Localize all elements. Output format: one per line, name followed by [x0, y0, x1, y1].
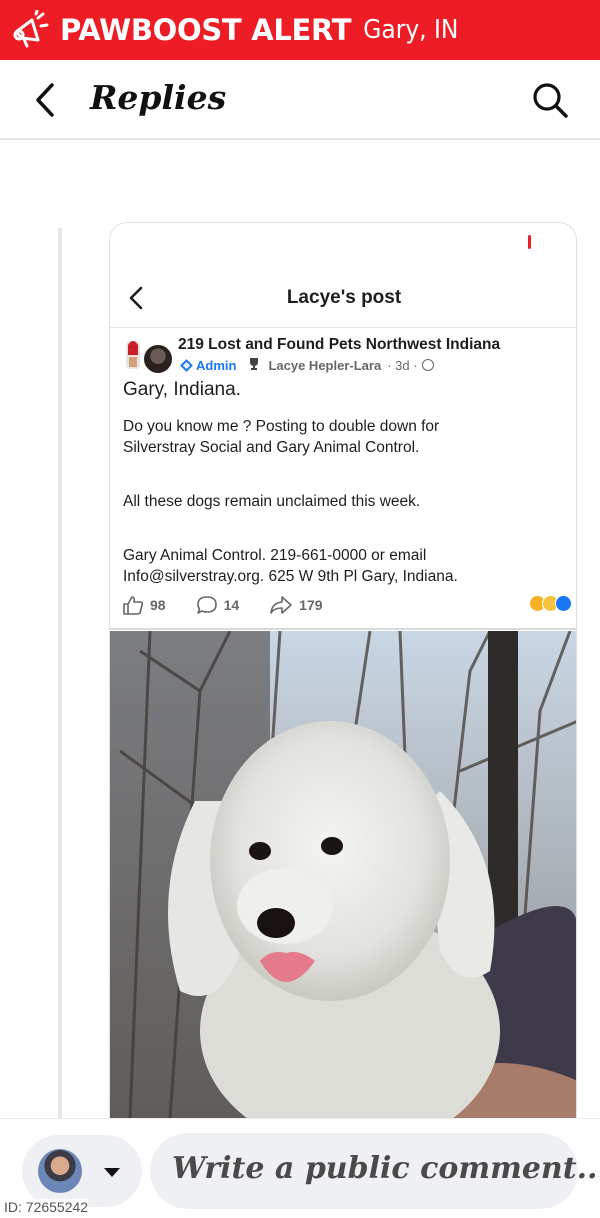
chevron-down-icon	[104, 1168, 120, 1177]
chevron-left-icon[interactable]	[30, 82, 60, 118]
banner-location: Gary, IN	[363, 15, 459, 45]
group-name: 219 Lost and Found Pets Northwest Indian…	[178, 336, 501, 353]
like-emoji-icon	[555, 595, 572, 612]
post-line: Gary Animal Control. 219-661-0000 or ema…	[123, 547, 427, 564]
identity-selector[interactable]	[22, 1135, 142, 1207]
avatar	[142, 343, 174, 375]
avatar	[38, 1149, 82, 1193]
post-line: Do you know me ? Posting to double down …	[123, 418, 440, 435]
share-count: 179	[269, 595, 323, 615]
page-title: Replies	[90, 78, 227, 117]
admin-badge: Admin	[180, 357, 237, 373]
post-location: Gary, Indiana.	[123, 379, 241, 400]
admin-label: Admin	[196, 357, 237, 373]
megaphone-icon	[8, 8, 52, 52]
like-count-value: 98	[150, 597, 166, 613]
status-indicator	[528, 235, 531, 249]
share-count-value: 179	[299, 597, 323, 613]
comment-count: 14	[196, 595, 240, 615]
comment-icon	[196, 596, 217, 614]
comment-placeholder: Write a public comment...	[172, 1151, 600, 1186]
post-text-block: Do you know me ? Posting to double down …	[123, 416, 439, 458]
post-author: Lacye Hepler-Lara	[268, 357, 382, 373]
alert-banner: PAWBOOST ALERT Gary, IN	[0, 0, 600, 60]
post-meta: Admin Lacye Hepler-Lara · 3d ·	[180, 357, 434, 373]
shared-screenshot[interactable]: Lacye's post 219 Lost and Found Pets Nor…	[109, 222, 577, 1118]
post-nav-title: Lacye's post	[286, 287, 402, 308]
post-line: All these dogs remain unclaimed this wee…	[123, 493, 421, 510]
divider	[110, 628, 576, 630]
comment-count-value: 14	[223, 597, 240, 613]
banner-brand: PAWBOOST ALERT	[60, 13, 352, 47]
post-line: Info@silverstray.org. 625 W 9th Pl Gary,…	[123, 568, 458, 585]
dog-photo[interactable]	[110, 631, 576, 1118]
reaction-emojis	[529, 595, 572, 612]
globe-icon	[421, 359, 434, 371]
post-text-block: Gary Animal Control. 219-661-0000 or ema…	[123, 545, 458, 587]
diamond-icon	[180, 358, 193, 372]
alert-id-label: ID: 72655242	[4, 1199, 89, 1215]
comment-input[interactable]: Write a public comment...	[150, 1133, 600, 1209]
share-icon	[270, 596, 292, 614]
thumbs-up-icon	[123, 596, 144, 615]
comment-bar: Write a public comment... ID: 72655242	[0, 1118, 600, 1218]
reaction-bar: 98 14 179	[122, 593, 572, 617]
post-line: Silverstray Social and Gary Animal Contr…	[123, 439, 420, 456]
thread-line	[58, 228, 62, 1120]
trophy-icon	[248, 357, 260, 373]
divider	[110, 327, 576, 328]
post-time: · 3d ·	[387, 357, 418, 373]
app-header: Replies	[0, 60, 600, 140]
search-icon[interactable]	[530, 80, 570, 120]
like-count: 98	[122, 595, 166, 615]
